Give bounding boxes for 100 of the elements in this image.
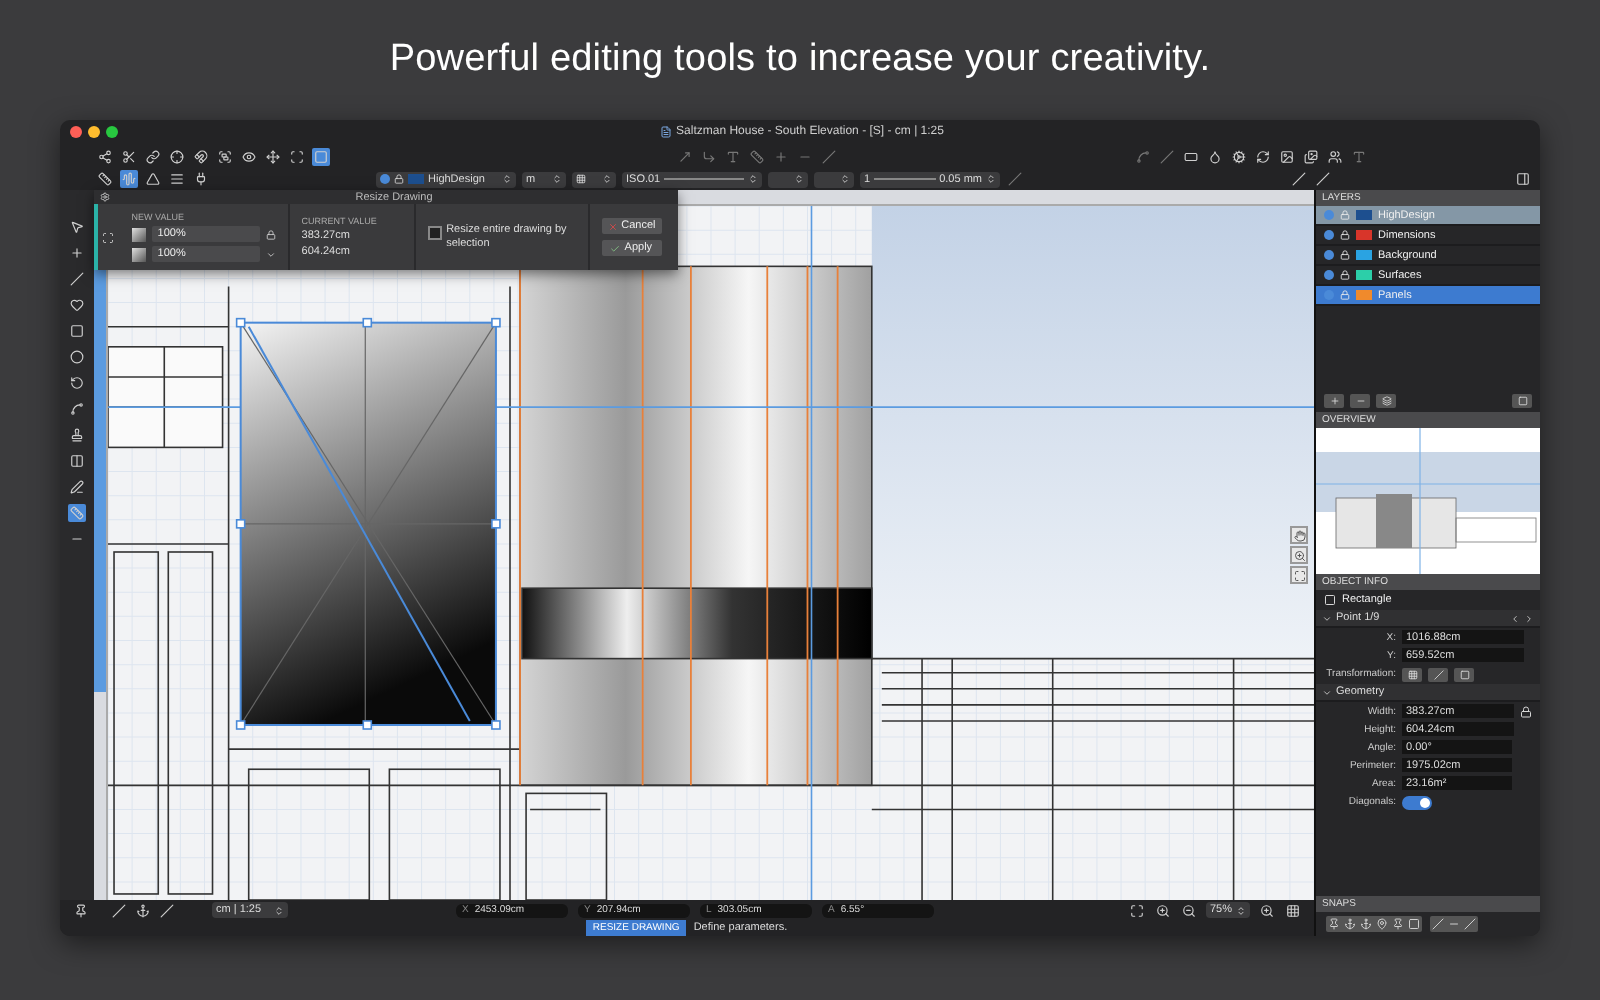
check-icon bbox=[610, 243, 621, 253]
updown-icon bbox=[986, 174, 996, 184]
fit-button[interactable] bbox=[1290, 566, 1308, 584]
updown-icon bbox=[552, 174, 562, 184]
zoom-in-icon[interactable] bbox=[1154, 901, 1172, 919]
caret-icon bbox=[265, 249, 276, 259]
selected-rectangle[interactable] bbox=[235, 317, 501, 730]
plus-icon[interactable] bbox=[68, 244, 86, 262]
checkbox[interactable] bbox=[428, 225, 443, 240]
remove-layer-button[interactable] bbox=[1350, 394, 1370, 408]
option-select[interactable] bbox=[814, 171, 854, 187]
cog-icon[interactable] bbox=[1230, 147, 1248, 165]
visibility-dot[interactable] bbox=[1324, 250, 1334, 260]
text-icon[interactable] bbox=[1350, 147, 1368, 165]
group-icon[interactable] bbox=[216, 147, 234, 165]
circle-icon[interactable] bbox=[68, 348, 86, 366]
anchor-icon[interactable] bbox=[1358, 916, 1374, 932]
chevron-right-icon bbox=[1524, 613, 1534, 623]
document-icon bbox=[660, 126, 673, 138]
people-icon[interactable] bbox=[1326, 147, 1344, 165]
lock-icon bbox=[1340, 250, 1350, 260]
panel-icon[interactable] bbox=[1514, 170, 1532, 188]
rotate-icon[interactable] bbox=[68, 374, 86, 392]
curve-icon[interactable] bbox=[1134, 147, 1152, 165]
lines-icon[interactable] bbox=[168, 170, 186, 188]
droplet-icon[interactable] bbox=[1206, 147, 1224, 165]
triangle-icon[interactable] bbox=[144, 170, 162, 188]
lock-icon bbox=[1340, 290, 1350, 300]
pattern-select[interactable] bbox=[572, 171, 616, 187]
rectangle-icon[interactable] bbox=[1182, 147, 1200, 165]
layers-button[interactable] bbox=[1376, 394, 1396, 408]
map-pin-icon[interactable] bbox=[1374, 916, 1390, 932]
transform-button[interactable] bbox=[1428, 667, 1448, 681]
close-button[interactable] bbox=[70, 126, 82, 138]
updown-icon bbox=[748, 174, 758, 184]
heart-icon[interactable] bbox=[68, 296, 86, 314]
columns-icon[interactable] bbox=[68, 452, 86, 470]
eye-icon[interactable] bbox=[240, 147, 258, 165]
plus-icon bbox=[1329, 396, 1339, 406]
chevron-down-icon bbox=[1322, 613, 1332, 623]
lock-icon bbox=[1340, 270, 1350, 280]
zoom-in-icon bbox=[1293, 549, 1305, 561]
link-icon[interactable] bbox=[144, 147, 162, 165]
chevron-down-icon bbox=[1322, 687, 1332, 697]
plug-icon[interactable] bbox=[192, 170, 210, 188]
stamp-icon[interactable] bbox=[68, 426, 86, 444]
panel-button[interactable] bbox=[1512, 394, 1532, 408]
pin-icon[interactable] bbox=[1326, 916, 1342, 932]
fit-icon[interactable] bbox=[1128, 901, 1146, 919]
pin-icon[interactable] bbox=[1390, 916, 1406, 932]
minus-icon bbox=[1355, 396, 1365, 406]
magnet-icon[interactable] bbox=[192, 147, 210, 165]
crosshair-icon[interactable] bbox=[168, 147, 186, 165]
chevron-left-icon bbox=[1510, 613, 1520, 623]
zoom-button[interactable] bbox=[106, 126, 118, 138]
text-icon[interactable] bbox=[724, 147, 742, 165]
arrow-icon[interactable] bbox=[676, 147, 694, 165]
lock-icon bbox=[1340, 210, 1350, 220]
pin-icon[interactable] bbox=[72, 901, 90, 919]
scan-icon[interactable] bbox=[288, 147, 306, 165]
anchor-icon[interactable] bbox=[1342, 916, 1358, 932]
corner-icon[interactable] bbox=[700, 147, 718, 165]
dimension-icon[interactable] bbox=[68, 504, 86, 522]
lock-icon bbox=[394, 174, 404, 184]
settings-icon bbox=[100, 192, 110, 202]
transform-button[interactable] bbox=[1454, 667, 1474, 681]
refresh-icon[interactable] bbox=[1254, 147, 1272, 165]
curve-icon[interactable] bbox=[68, 400, 86, 418]
square-icon[interactable] bbox=[68, 322, 86, 340]
transform-button[interactable] bbox=[1402, 667, 1422, 681]
updown-icon bbox=[840, 174, 850, 184]
rectangle-icon bbox=[1324, 594, 1336, 606]
lock-icon bbox=[1520, 705, 1532, 717]
minimize-button[interactable] bbox=[88, 126, 100, 138]
zoom-in-icon[interactable] bbox=[1258, 901, 1276, 919]
pen-icon[interactable] bbox=[68, 478, 86, 496]
add-layer-button[interactable] bbox=[1324, 394, 1344, 408]
visibility-dot[interactable] bbox=[1324, 210, 1334, 220]
images-icon[interactable] bbox=[1302, 147, 1320, 165]
move-icon[interactable] bbox=[264, 147, 282, 165]
square-icon[interactable] bbox=[1406, 916, 1422, 932]
zoom-out-icon[interactable] bbox=[1180, 901, 1198, 919]
lock-icon bbox=[265, 229, 276, 239]
hand-icon bbox=[1293, 529, 1305, 541]
visibility-dot[interactable] bbox=[1324, 230, 1334, 240]
diagonals-toggle[interactable] bbox=[1402, 795, 1432, 809]
grid-icon bbox=[576, 174, 586, 184]
nodes-icon[interactable] bbox=[96, 147, 114, 165]
scissors-icon[interactable] bbox=[120, 147, 138, 165]
slash-icon bbox=[1433, 669, 1443, 679]
pointer-icon[interactable] bbox=[68, 218, 86, 236]
visibility-dot[interactable] bbox=[1324, 270, 1334, 280]
anchor-icon[interactable] bbox=[134, 901, 152, 919]
pan-button[interactable] bbox=[1290, 526, 1308, 544]
option-select[interactable] bbox=[768, 171, 808, 187]
square-icon bbox=[1459, 669, 1469, 679]
grid-icon[interactable] bbox=[1284, 901, 1302, 919]
image-icon[interactable] bbox=[1278, 147, 1296, 165]
zoom-in-button[interactable] bbox=[1290, 546, 1308, 564]
square-icon[interactable] bbox=[312, 147, 330, 165]
